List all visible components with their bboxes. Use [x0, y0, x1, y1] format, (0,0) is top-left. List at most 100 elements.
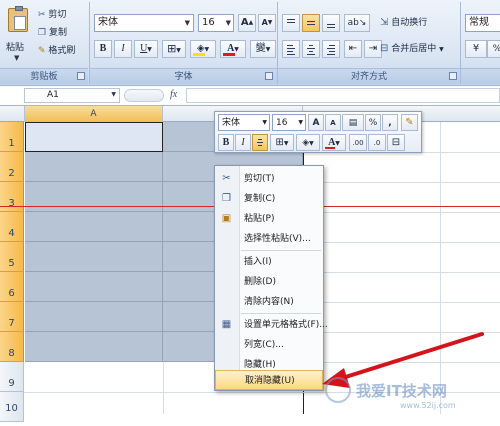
mini-percent-button[interactable]: %	[365, 114, 381, 131]
row-header[interactable]: 5	[0, 242, 24, 272]
mini-center-button[interactable]	[252, 134, 268, 151]
alignment-group-label: 对齐方式	[278, 68, 460, 84]
paste-label: 粘贴	[6, 43, 25, 53]
mini-borders-button[interactable]: ⊞▼	[270, 134, 294, 151]
gridline	[303, 242, 500, 243]
formula-input[interactable]	[186, 88, 500, 103]
row-header[interactable]: 3	[0, 182, 24, 212]
decrease-indent-button[interactable]: ⇤	[344, 40, 362, 58]
name-box-value: A1	[47, 90, 59, 100]
align-center-button[interactable]	[302, 40, 320, 58]
align-left-button[interactable]	[282, 40, 300, 58]
number-format-select[interactable]: 常规	[465, 14, 500, 32]
menu-item-insert[interactable]: 插入(I)	[215, 252, 323, 272]
row-header[interactable]: 10	[0, 392, 24, 422]
font-size-select[interactable]: 16 ▼	[198, 14, 234, 32]
menu-item-label: 剪切(T)	[244, 174, 275, 184]
menu-item-copy[interactable]: ❐ 复制(C)	[215, 189, 323, 209]
font-name-value: 宋体	[98, 17, 118, 28]
increase-indent-icon: ⇥	[368, 43, 378, 54]
mini-grow-font-button[interactable]: A	[308, 114, 324, 131]
mini-format-painter-button[interactable]: ✎	[401, 114, 418, 131]
select-all-corner[interactable]	[0, 106, 25, 122]
bold-button[interactable]: B	[94, 40, 112, 58]
mini-font-color-button[interactable]: A▼	[322, 134, 346, 151]
mini-fill-color-button[interactable]: ◈▼	[296, 134, 320, 151]
mini-font-select[interactable]: 宋体 ▼	[218, 114, 270, 131]
phonetic-button[interactable]: 變▼	[250, 40, 276, 58]
mini-font-value: 宋体	[222, 118, 241, 128]
row-header[interactable]: 4	[0, 212, 24, 242]
row-header[interactable]: 7	[0, 302, 24, 332]
menu-item-paste-special[interactable]: 选择性粘贴(V)...	[215, 229, 323, 249]
percent-button[interactable]: %	[487, 40, 500, 58]
align-top-button[interactable]	[282, 14, 300, 32]
currency-button[interactable]: ¥	[465, 40, 487, 58]
menu-item-cut[interactable]: ✂ 剪切(T)	[215, 169, 323, 189]
selected-cell[interactable]	[25, 122, 163, 152]
row-header[interactable]: 2	[0, 152, 24, 182]
column-header-a[interactable]: A	[25, 106, 163, 122]
name-box[interactable]: A1 ▼	[24, 88, 120, 103]
wrap-text-icon: ⇲	[380, 17, 389, 28]
increase-decimal-icon: .00	[352, 139, 364, 147]
formula-bar: A1 ▼ fx	[0, 86, 500, 106]
borders-button[interactable]: ⊞▼	[162, 40, 186, 58]
formula-splitter[interactable]	[124, 89, 164, 102]
mini-currency-button[interactable]: ▤	[342, 114, 364, 131]
font-launcher-icon[interactable]	[265, 72, 273, 80]
orientation-button[interactable]: ab↘	[344, 14, 370, 32]
currency-icon: ¥	[472, 43, 480, 54]
menu-item-label: 取消隐藏(U)	[245, 376, 295, 386]
selected-cell[interactable]	[25, 272, 163, 302]
watermark-logo: 我爱IT技术网 www.52ij.com	[325, 377, 456, 410]
shrink-font-button[interactable]: A▼	[258, 14, 276, 32]
copy-button[interactable]: ❐ 复制	[38, 24, 67, 42]
merge-center-button[interactable]: ⊟ 合并后居中 ▼	[380, 40, 444, 58]
format-painter-button[interactable]: ✎ 格式刷	[38, 42, 75, 60]
row-header[interactable]: 9	[0, 362, 24, 392]
chevron-down-icon: ▼	[262, 119, 267, 126]
menu-item-paste[interactable]: ▣ 粘贴(P)	[215, 209, 323, 229]
fill-color-button[interactable]: ◈▼	[190, 40, 216, 58]
row-header[interactable]: 8	[0, 332, 24, 362]
grow-font-button[interactable]: A▲	[238, 14, 256, 32]
underline-button[interactable]: U▼	[134, 40, 158, 58]
mini-merge-button[interactable]: ⊟	[387, 134, 405, 151]
paste-button[interactable]: 粘贴 ▼	[4, 4, 32, 64]
cut-button[interactable]: ✂ 剪切	[38, 6, 66, 24]
selected-cell[interactable]	[25, 212, 163, 242]
align-middle-button[interactable]	[302, 14, 320, 32]
align-bottom-button[interactable]	[322, 14, 340, 32]
clipboard-launcher-icon[interactable]	[77, 72, 85, 80]
menu-item-label: 隐藏(H)	[244, 360, 276, 370]
selected-cell[interactable]	[25, 242, 163, 272]
clipboard-group-label: 剪贴板	[0, 68, 88, 84]
mini-comma-button[interactable]: ,	[382, 114, 398, 131]
menu-item-delete[interactable]: 删除(D)	[215, 272, 323, 292]
mini-italic-button[interactable]: I	[235, 134, 251, 151]
selected-cell[interactable]	[25, 182, 163, 212]
mini-decrease-decimal-button[interactable]: .0	[368, 134, 386, 151]
mini-increase-decimal-button[interactable]: .00	[349, 134, 367, 151]
row-header[interactable]: 1	[0, 122, 24, 152]
mini-shrink-font-button[interactable]: A	[325, 114, 341, 131]
selected-cell[interactable]	[25, 152, 163, 182]
mini-comma-label: ,	[388, 118, 392, 128]
selected-cell[interactable]	[25, 302, 163, 332]
font-color-button[interactable]: A▼	[220, 40, 246, 58]
mini-size-select[interactable]: 16 ▼	[272, 114, 306, 131]
row-header[interactable]: 6	[0, 272, 24, 302]
insert-function-icon[interactable]: fx	[170, 89, 177, 100]
mini-bold-button[interactable]: B	[218, 134, 234, 151]
copy-label: 复制	[48, 28, 67, 38]
brush-icon: ✎	[405, 117, 414, 128]
merge-center-label: 合并后居中	[391, 44, 437, 54]
wrap-text-button[interactable]: ⇲ 自动换行	[380, 14, 427, 32]
italic-button[interactable]: I	[114, 40, 132, 58]
menu-item-clear-contents[interactable]: 清除内容(N)	[215, 292, 323, 312]
alignment-launcher-icon[interactable]	[449, 72, 457, 80]
align-right-button[interactable]	[322, 40, 340, 58]
font-name-select[interactable]: 宋体 ▼	[94, 14, 194, 32]
selected-cell[interactable]	[25, 332, 163, 362]
